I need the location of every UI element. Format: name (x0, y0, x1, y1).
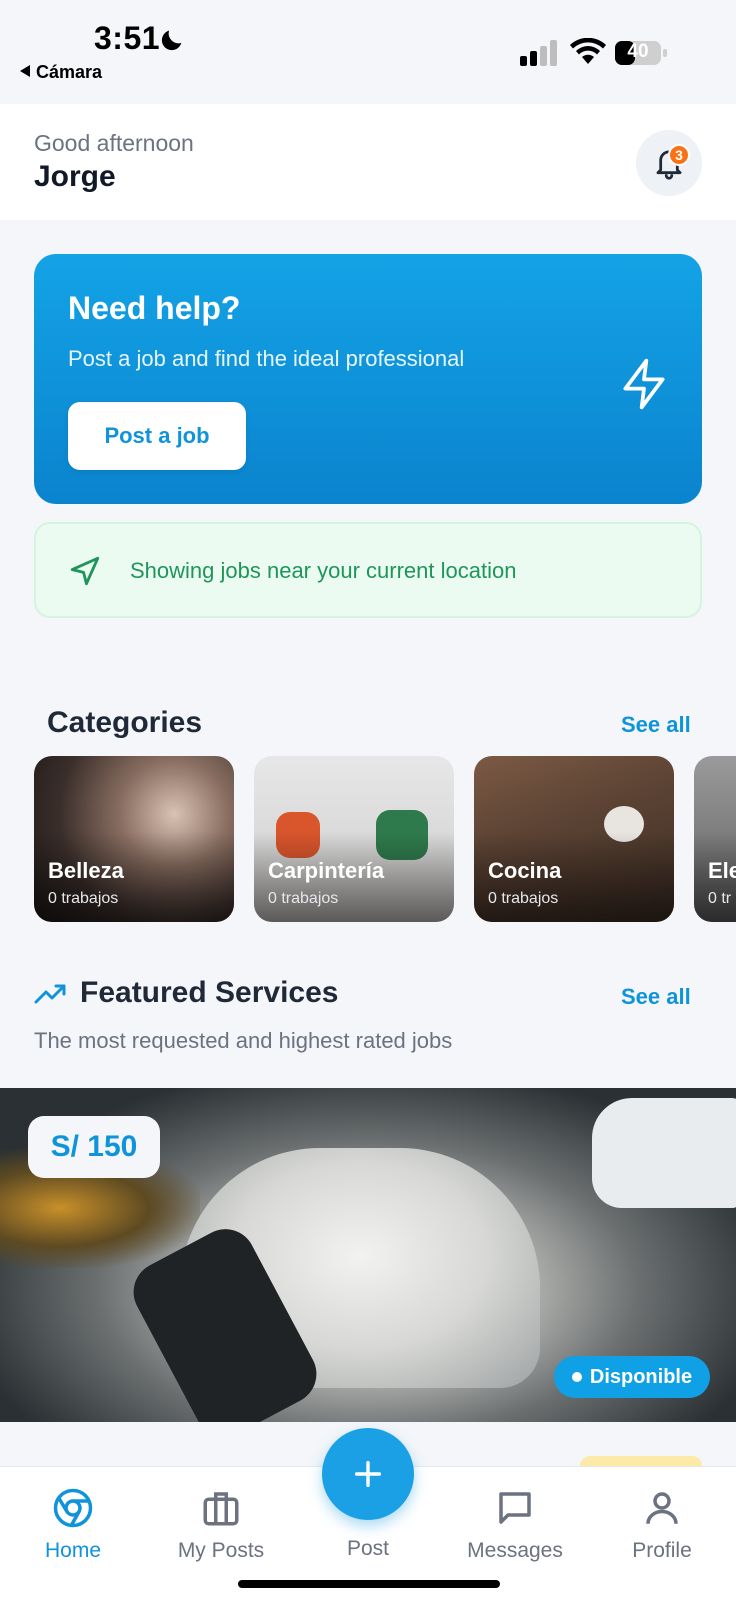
category-count: 0 trabajos (268, 890, 339, 907)
tab-label: Profile (632, 1539, 692, 1562)
location-banner: Showing jobs near your current location (34, 522, 702, 618)
category-card-cocina[interactable]: Cocina 0 trabajos (474, 756, 674, 922)
category-card-carpinteria[interactable]: Carpintería 0 trabajos (254, 756, 454, 922)
featured-subtitle: The most requested and highest rated job… (34, 1028, 453, 1053)
featured-service-card[interactable]: S/ 150 Disponible (0, 1088, 736, 1422)
tab-label: My Posts (177, 1539, 265, 1562)
tab-profile[interactable]: Profile (597, 1487, 727, 1563)
category-card-electricidad[interactable]: Ele 0 tr (694, 756, 736, 922)
availability-text: Disponible (589, 1365, 693, 1388)
post-tab-label[interactable]: Post (322, 1537, 414, 1561)
navigation-arrow-icon (70, 556, 100, 586)
hero-title: Need help? (68, 290, 241, 326)
need-help-card: Need help? Post a job and find the ideal… (34, 254, 702, 504)
post-a-job-button[interactable]: Post a job (68, 402, 246, 470)
featured-see-all-link[interactable]: See all (621, 984, 691, 1010)
tab-messages[interactable]: Messages (450, 1487, 580, 1563)
notification-badge: 3 (668, 144, 690, 166)
battery-level: 40 (627, 41, 649, 62)
category-name: Belleza (48, 858, 124, 883)
categories-see-all-link[interactable]: See all (621, 712, 691, 738)
category-name: Carpintería (268, 858, 385, 883)
category-count: 0 tr (708, 890, 732, 907)
status-time: 3:51 (94, 20, 161, 56)
home-indicator (238, 1580, 500, 1588)
user-name: Jorge (34, 160, 116, 193)
category-count: 0 trabajos (48, 890, 119, 907)
cellular-signal-icon (520, 40, 557, 66)
location-banner-text: Showing jobs near your current location (130, 558, 517, 583)
back-to-camera-link[interactable]: Cámara (20, 62, 102, 83)
wifi-icon (570, 38, 606, 64)
category-name: Ele (708, 858, 736, 883)
category-count: 0 trabajos (488, 890, 559, 907)
status-dot-icon (571, 1372, 582, 1382)
lightning-bolt-icon (623, 358, 665, 410)
category-name: Cocina (488, 858, 562, 883)
status-bar: 3:51 Cámara 40 (0, 0, 736, 104)
notifications-button[interactable]: 3 (636, 130, 702, 196)
tab-my-posts[interactable]: My Posts (156, 1487, 286, 1563)
price-badge: S/ 150 (28, 1116, 160, 1178)
user-icon (646, 1492, 678, 1524)
tab-label: Home (44, 1539, 102, 1562)
home-chrome-icon (53, 1488, 93, 1528)
greeting-text: Good afternoon (34, 130, 194, 156)
trending-up-icon (34, 984, 66, 1004)
post-fab-button[interactable] (322, 1428, 414, 1520)
back-arrow-icon (20, 65, 30, 77)
tab-label: Messages (467, 1539, 563, 1562)
plus-icon (354, 1460, 382, 1488)
chat-bubble-icon (499, 1492, 531, 1524)
battery-indicator: 40 (614, 38, 668, 68)
briefcase-icon (203, 1492, 239, 1526)
parked-car-shape (592, 1098, 736, 1208)
hero-subtitle: Post a job and find the ideal profession… (68, 346, 465, 371)
categories-carousel[interactable]: Belleza 0 trabajos Carpintería 0 trabajo… (0, 756, 736, 924)
home-header: Good afternoon Jorge 3 (0, 104, 736, 220)
featured-services-title: Featured Services (80, 976, 339, 1009)
tab-home[interactable]: Home (8, 1487, 138, 1563)
categories-title: Categories (47, 706, 203, 739)
category-card-belleza[interactable]: Belleza 0 trabajos (34, 756, 234, 922)
moon-icon (161, 30, 182, 51)
back-label: Cámara (36, 62, 103, 82)
availability-badge: Disponible (554, 1356, 710, 1398)
